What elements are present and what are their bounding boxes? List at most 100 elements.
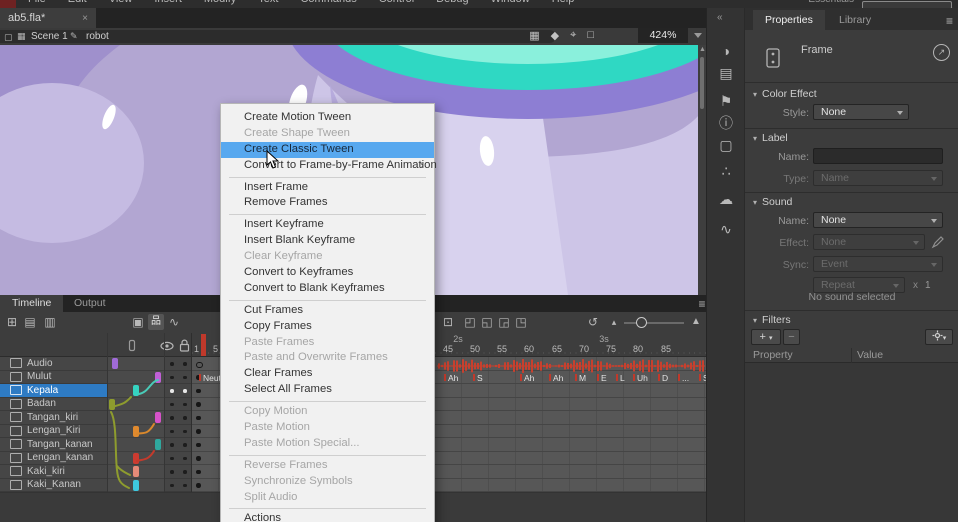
- layer-name-cell[interactable]: Audio: [0, 357, 107, 371]
- layer-parent-cell[interactable]: [107, 411, 164, 425]
- layer-name-cell[interactable]: Tangan_kanan: [0, 438, 107, 452]
- close-tab-icon[interactable]: ×: [82, 13, 88, 24]
- filter-options-button[interactable]: ▾: [925, 329, 953, 345]
- layer-parenting-swatch[interactable]: [133, 466, 139, 477]
- layer-parenting-swatch[interactable]: [112, 358, 118, 369]
- zoom-level-input[interactable]: 424%: [638, 28, 688, 43]
- context-menu-item[interactable]: Create Classic Tween: [221, 142, 434, 158]
- center-frame-icon[interactable]: ⊡: [440, 314, 456, 330]
- style-select[interactable]: None: [813, 104, 909, 120]
- keyframe-dot[interactable]: [196, 362, 203, 369]
- layer-visibility-lock-cell[interactable]: [164, 357, 192, 371]
- context-menu-item[interactable]: Copy Motion: [221, 404, 434, 420]
- layer-parenting-swatch[interactable]: [109, 399, 115, 410]
- layer-name-cell[interactable]: Lengan_kanan: [0, 452, 107, 466]
- context-menu-item[interactable]: Insert Frame: [221, 180, 434, 196]
- new-folder-icon[interactable]: ▤: [22, 314, 38, 330]
- repeat-count-stepper[interactable]: 1: [925, 280, 931, 291]
- mouth-keyframe-label[interactable]: Uh: [633, 373, 648, 383]
- layer-parenting-swatch[interactable]: [155, 412, 161, 423]
- section-color-effect[interactable]: ▾Color Effect: [753, 88, 817, 100]
- dashed-frame-icon[interactable]: ▢: [717, 136, 735, 154]
- context-menu-item[interactable]: Paste Frames: [221, 335, 434, 351]
- keyframe-dot[interactable]: [196, 443, 201, 448]
- layer-parent-cell[interactable]: [107, 398, 164, 412]
- context-menu-item[interactable]: Clear Keyframe: [221, 249, 434, 265]
- stage-vertical-scrollbar[interactable]: ▲: [698, 45, 706, 295]
- edit-multiple-frames-icon[interactable]: ◲: [496, 314, 512, 330]
- layer-parent-cell[interactable]: [107, 425, 164, 439]
- layer-parenting-swatch[interactable]: [133, 453, 139, 464]
- tab-properties[interactable]: Properties: [753, 10, 825, 30]
- mouth-keyframe-label[interactable]: Ah: [444, 373, 458, 383]
- frames-icon[interactable]: ▤: [717, 64, 735, 82]
- document-tab[interactable]: ab5.fla* ×: [0, 8, 96, 28]
- layer-parent-cell[interactable]: [107, 438, 164, 452]
- layer-visibility-lock-cell[interactable]: [164, 452, 192, 466]
- edit-sound-pencil-icon[interactable]: [931, 236, 944, 249]
- keyframe-dot[interactable]: [196, 416, 201, 421]
- keyframe-dot[interactable]: [196, 429, 201, 434]
- context-menu-item[interactable]: Insert Keyframe: [221, 217, 434, 233]
- layer-name-cell[interactable]: Lengan_Kiri: [0, 425, 107, 439]
- keyframe-dot[interactable]: [196, 470, 201, 475]
- quick-share-icon[interactable]: ↗: [933, 44, 950, 61]
- mouth-keyframe-label[interactable]: D: [658, 373, 668, 383]
- info-icon[interactable]: ⓘ: [717, 114, 735, 132]
- context-menu-item[interactable]: Split Audio: [221, 490, 434, 506]
- new-layer-icon[interactable]: ⊞: [4, 314, 20, 330]
- mouth-keyframe-label[interactable]: M: [575, 373, 586, 383]
- tab-output[interactable]: Output: [62, 295, 118, 312]
- menu-item[interactable]: Text: [258, 0, 278, 5]
- edit-symbols-icon[interactable]: ◆: [551, 29, 559, 42]
- menu-item[interactable]: Commands: [300, 0, 356, 5]
- menu-item[interactable]: Insert: [154, 0, 182, 5]
- delete-layer-icon[interactable]: ▥: [42, 314, 58, 330]
- layer-parenting-swatch[interactable]: [133, 426, 139, 437]
- context-menu-item[interactable]: Paste Motion Special...: [221, 436, 434, 452]
- context-menu-item[interactable]: Cut Frames: [221, 303, 434, 319]
- context-menu-item[interactable]: Convert to Keyframes: [221, 265, 434, 281]
- layer-parent-cell[interactable]: [107, 465, 164, 479]
- menu-item[interactable]: File: [28, 0, 46, 5]
- context-menu-item[interactable]: Insert Blank Keyframe: [221, 233, 434, 249]
- label-name-input[interactable]: [813, 148, 943, 164]
- menu-item[interactable]: Modify: [204, 0, 236, 5]
- context-menu-item[interactable]: Paste and Overwrite Frames: [221, 350, 434, 366]
- context-menu-item[interactable]: Convert to Blank Keyframes: [221, 281, 434, 297]
- layer-parenting-swatch[interactable]: [133, 385, 139, 396]
- clip-preview-icon[interactable]: ▦: [529, 29, 539, 42]
- layer-parenting-icon[interactable]: 品: [148, 314, 164, 330]
- chart-icon[interactable]: ∿: [717, 220, 735, 238]
- particles-icon[interactable]: ∴: [717, 162, 735, 180]
- camera-icon[interactable]: ▣: [130, 314, 146, 330]
- section-label[interactable]: ▾Label: [753, 132, 788, 144]
- keyframe-dot[interactable]: [196, 483, 201, 488]
- modify-markers-icon[interactable]: ◳: [513, 314, 529, 330]
- layer-parent-cell[interactable]: [107, 384, 164, 398]
- context-menu-item[interactable]: Actions: [221, 511, 434, 522]
- breadcrumb-symbol[interactable]: robot: [86, 30, 109, 43]
- layer-parent-cell[interactable]: [107, 452, 164, 466]
- creative-cloud-icon[interactable]: ☁: [717, 190, 735, 208]
- menu-item[interactable]: Edit: [68, 0, 87, 5]
- layer-visibility-lock-cell[interactable]: [164, 479, 192, 493]
- layer-name-cell[interactable]: Tangan_kiri: [0, 411, 107, 425]
- layer-name-cell[interactable]: Kaki_kiri: [0, 465, 107, 479]
- playhead[interactable]: [201, 334, 206, 356]
- layer-parent-cell[interactable]: [107, 357, 164, 371]
- layer-visibility-lock-cell[interactable]: [164, 465, 192, 479]
- layer-parenting-swatch[interactable]: [133, 480, 139, 491]
- onion-skin-outlines-icon[interactable]: ◱: [479, 314, 495, 330]
- layer-visibility-lock-cell[interactable]: [164, 398, 192, 412]
- section-sound[interactable]: ▾Sound: [753, 196, 792, 208]
- keyframe-dot[interactable]: [196, 456, 201, 461]
- lock-icon[interactable]: [179, 339, 190, 352]
- context-menu-item[interactable]: Clear Frames: [221, 366, 434, 382]
- context-menu-item[interactable]: Synchronize Symbols: [221, 474, 434, 490]
- zoom-dropdown-icon[interactable]: [694, 33, 702, 38]
- context-menu-item[interactable]: Convert to Frame-by-Frame Animation ›: [221, 158, 434, 174]
- layer-visibility-lock-cell[interactable]: [164, 438, 192, 452]
- mouth-keyframe-label[interactable]: E: [597, 373, 607, 383]
- add-filter-button[interactable]: + ▾: [751, 329, 781, 345]
